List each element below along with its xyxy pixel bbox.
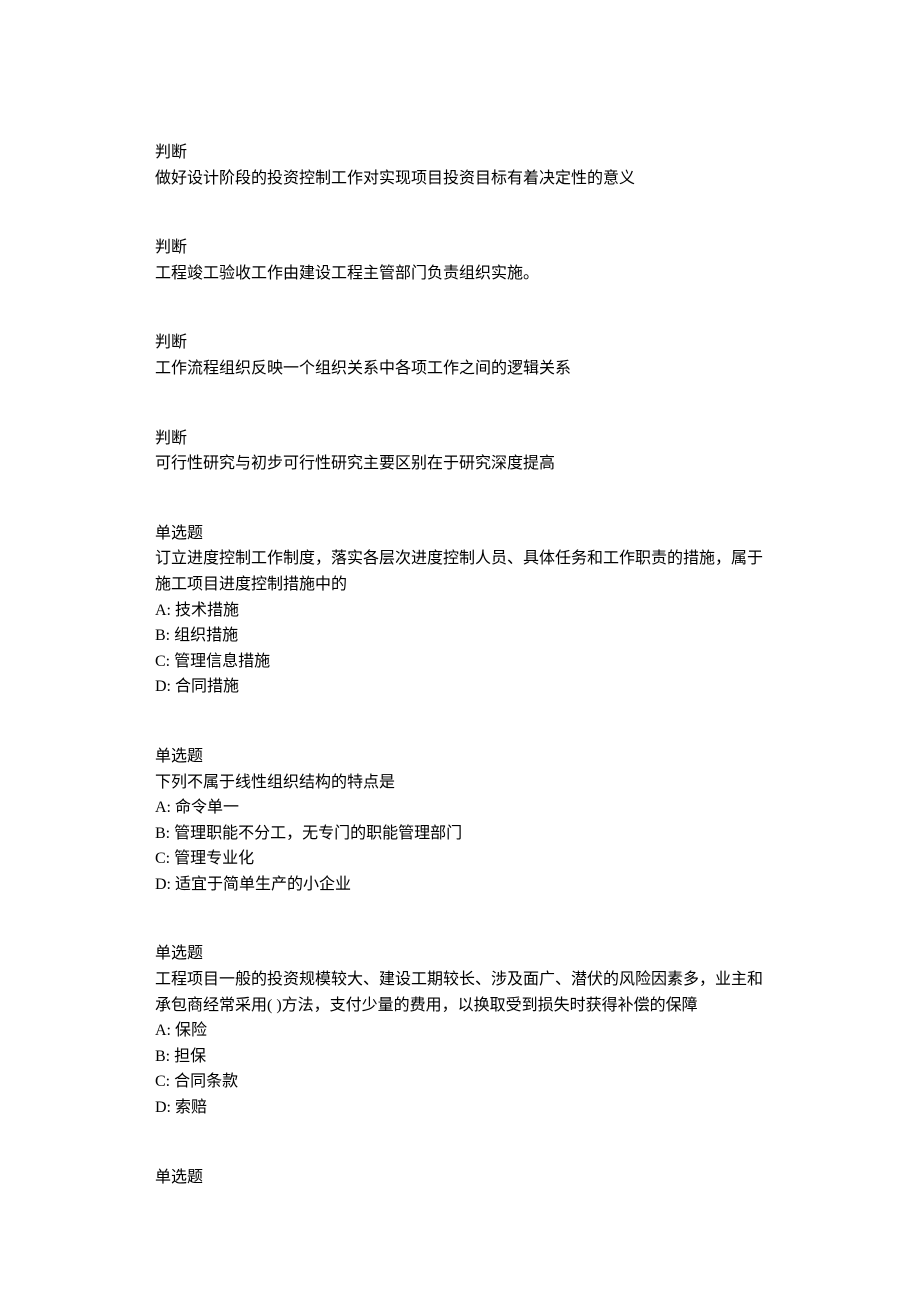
question-item: 判断 可行性研究与初步可行性研究主要区别在于研究深度提高	[155, 426, 765, 477]
question-type: 判断	[155, 140, 765, 166]
question-option: A: 技术措施	[155, 598, 765, 624]
question-item: 判断 工作流程组织反映一个组织关系中各项工作之间的逻辑关系	[155, 330, 765, 381]
question-text: 工程竣工验收工作由建设工程主管部门负责组织实施。	[155, 261, 765, 287]
question-option: B: 组织措施	[155, 623, 765, 649]
question-item: 单选题 订立进度控制工作制度，落实各层次进度控制人员、具体任务和工作职责的措施，…	[155, 521, 765, 700]
question-item: 判断 做好设计阶段的投资控制工作对实现项目投资目标有着决定性的意义	[155, 140, 765, 191]
question-item: 判断 工程竣工验收工作由建设工程主管部门负责组织实施。	[155, 235, 765, 286]
question-option: C: 管理信息措施	[155, 649, 765, 675]
question-text: 下列不属于线性组织结构的特点是	[155, 770, 765, 796]
question-text: 工作流程组织反映一个组织关系中各项工作之间的逻辑关系	[155, 356, 765, 382]
question-item: 单选题	[155, 1165, 765, 1191]
question-option: B: 担保	[155, 1044, 765, 1070]
question-option: D: 适宜于简单生产的小企业	[155, 872, 765, 898]
question-option: C: 合同条款	[155, 1069, 765, 1095]
question-item: 单选题 工程项目一般的投资规模较大、建设工期较长、涉及面广、潜伏的风险因素多，业…	[155, 941, 765, 1120]
question-option: D: 索赔	[155, 1095, 765, 1121]
question-item: 单选题 下列不属于线性组织结构的特点是 A: 命令单一 B: 管理职能不分工，无…	[155, 744, 765, 898]
question-option: C: 管理专业化	[155, 846, 765, 872]
question-text: 订立进度控制工作制度，落实各层次进度控制人员、具体任务和工作职责的措施，属于施工…	[155, 546, 765, 597]
question-option: B: 管理职能不分工，无专门的职能管理部门	[155, 821, 765, 847]
question-type: 单选题	[155, 521, 765, 547]
question-type: 单选题	[155, 744, 765, 770]
question-type: 判断	[155, 235, 765, 261]
question-option: D: 合同措施	[155, 674, 765, 700]
question-type: 判断	[155, 426, 765, 452]
question-text: 工程项目一般的投资规模较大、建设工期较长、涉及面广、潜伏的风险因素多，业主和承包…	[155, 967, 765, 1018]
question-text: 做好设计阶段的投资控制工作对实现项目投资目标有着决定性的意义	[155, 166, 765, 192]
question-type: 单选题	[155, 941, 765, 967]
question-text: 可行性研究与初步可行性研究主要区别在于研究深度提高	[155, 451, 765, 477]
question-type: 判断	[155, 330, 765, 356]
question-type: 单选题	[155, 1165, 765, 1191]
question-option: A: 保险	[155, 1018, 765, 1044]
question-option: A: 命令单一	[155, 795, 765, 821]
